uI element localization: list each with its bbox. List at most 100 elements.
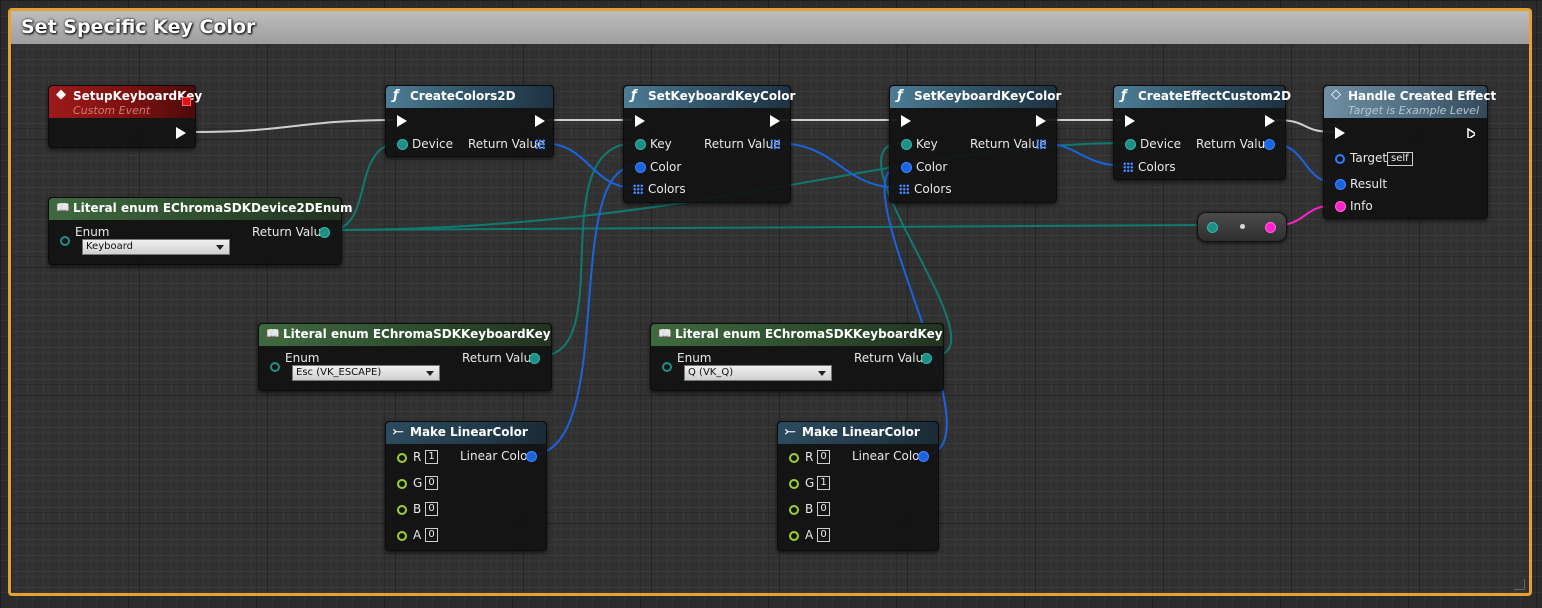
key-label: Key bbox=[650, 137, 672, 151]
linear-color-pin[interactable] bbox=[918, 451, 929, 462]
create-effect-custom-2d-node[interactable]: ƒ CreateEffectCustom2D Device Return Val… bbox=[1113, 85, 1291, 180]
exec-out-pin[interactable] bbox=[770, 115, 780, 127]
make-linear-color-node-2[interactable]: ⤚ Make LinearColor R 0 Linear Color G 1 … bbox=[777, 421, 939, 551]
exec-in-pin[interactable] bbox=[397, 115, 407, 127]
device-pin[interactable] bbox=[397, 139, 408, 150]
colors-wire-2 bbox=[774, 142, 903, 189]
return-value-pin[interactable] bbox=[1264, 139, 1275, 150]
create-colors-2d-node[interactable]: ƒ CreateColors2D Device Return Value bbox=[385, 85, 554, 157]
b-value-field[interactable]: 0 bbox=[425, 502, 438, 516]
target-pin[interactable] bbox=[1335, 154, 1345, 164]
target-label: Target bbox=[1350, 151, 1388, 165]
key-pin[interactable] bbox=[901, 139, 912, 150]
enum-dropdown[interactable]: Keyboard bbox=[82, 239, 230, 255]
enum-label: Enum bbox=[75, 225, 110, 239]
literal-enum-key-node-1[interactable]: 📖 Literal enum EChromaSDKKeyboardKey Enu… bbox=[258, 323, 552, 391]
info-pin[interactable] bbox=[1335, 201, 1346, 212]
make-struct-icon: ⤚ bbox=[393, 424, 404, 439]
r-pin[interactable] bbox=[789, 453, 799, 463]
key-pin[interactable] bbox=[635, 139, 646, 150]
setup-keyboard-key-node[interactable]: ◆ SetupKeyboardKey Custom Event bbox=[48, 85, 202, 148]
exec-out-pin[interactable] bbox=[176, 127, 186, 139]
exec-out-pin[interactable] bbox=[535, 115, 545, 127]
color-pin[interactable] bbox=[635, 162, 646, 173]
array-pin-icon[interactable] bbox=[770, 139, 780, 149]
r-pin[interactable] bbox=[397, 453, 407, 463]
colors-label: Colors bbox=[914, 182, 952, 196]
linear-color-pin[interactable] bbox=[526, 451, 537, 462]
b-value-field[interactable]: 0 bbox=[817, 502, 830, 516]
result-label: Result bbox=[1350, 177, 1388, 191]
make-linear-color-node-1[interactable]: ⤚ Make LinearColor R 1 Linear Color G 0 … bbox=[385, 421, 547, 551]
target-self-value[interactable]: self bbox=[1387, 152, 1413, 166]
b-pin[interactable] bbox=[789, 505, 799, 515]
event-diamond-icon: ◆ bbox=[56, 87, 66, 102]
key-label: Key bbox=[916, 137, 938, 151]
colors-label: Colors bbox=[1138, 160, 1176, 174]
function-diamond-icon: ◇ bbox=[1331, 87, 1341, 102]
conversion-output-pin[interactable] bbox=[1265, 222, 1276, 233]
enum-input-pin[interactable] bbox=[662, 362, 672, 372]
a-pin[interactable] bbox=[397, 531, 407, 541]
exec-out-pin[interactable] bbox=[1036, 115, 1046, 127]
colors-array-pin-icon[interactable] bbox=[899, 184, 909, 194]
enum-input-pin[interactable] bbox=[270, 362, 280, 372]
node-title: Handle Created Effect bbox=[1348, 89, 1497, 103]
exec-in-pin[interactable] bbox=[1335, 127, 1345, 139]
literal-enum-device-node[interactable]: 📖 Literal enum EChromaSDKDevice2DEnum En… bbox=[48, 197, 352, 265]
exec-out-pin[interactable] bbox=[1265, 115, 1275, 127]
enum-dropdown[interactable]: Q (VK_Q) bbox=[684, 365, 832, 381]
handle-created-effect-node[interactable]: ◇ Handle Created Effect Target is Exampl… bbox=[1323, 85, 1496, 219]
literal-enum-key-node-2[interactable]: 📖 Literal enum EChromaSDKKeyboardKey Enu… bbox=[650, 323, 944, 391]
return-value-label: Return Value bbox=[1196, 137, 1273, 151]
book-icon: 📖 bbox=[266, 327, 280, 340]
colors-array-pin-icon[interactable] bbox=[633, 184, 643, 194]
conversion-node[interactable] bbox=[1197, 212, 1287, 242]
g-pin[interactable] bbox=[789, 479, 799, 489]
enum-dropdown-value: Q (VK_Q) bbox=[688, 367, 734, 378]
delegate-pin[interactable] bbox=[182, 97, 191, 106]
array-pin-icon[interactable] bbox=[535, 139, 545, 149]
set-keyboard-key-color-node-1[interactable]: ƒ SetKeyboardKeyColor Key Return Value C… bbox=[623, 85, 795, 203]
node-title: Literal enum EChromaSDKDevice2DEnum bbox=[73, 201, 353, 215]
array-pin-icon[interactable] bbox=[1036, 139, 1046, 149]
node-title: CreateEffectCustom2D bbox=[1138, 89, 1292, 103]
result-pin[interactable] bbox=[1335, 179, 1346, 190]
a-label: A bbox=[805, 528, 814, 542]
device-pin[interactable] bbox=[1125, 139, 1136, 150]
color-wire-1 bbox=[529, 165, 637, 456]
enum-dropdown[interactable]: Esc (VK_ESCAPE) bbox=[292, 365, 440, 381]
node-title: SetKeyboardKeyColor bbox=[648, 89, 796, 103]
exec-in-pin[interactable] bbox=[1125, 115, 1135, 127]
enum-label: Enum bbox=[677, 351, 712, 365]
exec-wire-1 bbox=[195, 119, 395, 133]
return-value-pin[interactable] bbox=[921, 353, 932, 364]
colors-array-pin-icon[interactable] bbox=[1123, 162, 1133, 172]
node-title: Make LinearColor bbox=[802, 425, 920, 439]
set-keyboard-key-color-node-2[interactable]: ƒ SetKeyboardKeyColor Key Return Value C… bbox=[889, 85, 1061, 203]
return-value-pin[interactable] bbox=[529, 353, 540, 364]
exec-in-pin[interactable] bbox=[635, 115, 645, 127]
a-value-field[interactable]: 0 bbox=[817, 528, 830, 542]
r-value-field[interactable]: 0 bbox=[817, 450, 830, 464]
exec-in-pin[interactable] bbox=[901, 115, 911, 127]
g-value-field[interactable]: 0 bbox=[425, 476, 438, 490]
return-value-label: Return Value bbox=[468, 137, 545, 151]
a-pin[interactable] bbox=[789, 531, 799, 541]
device-label: Device bbox=[412, 137, 454, 151]
return-value-pin[interactable] bbox=[319, 227, 330, 238]
color-pin[interactable] bbox=[901, 162, 912, 173]
r-value-field[interactable]: 1 bbox=[425, 450, 438, 464]
enum-input-pin[interactable] bbox=[60, 236, 70, 246]
exec-out-pin[interactable] bbox=[1467, 128, 1475, 138]
g-pin[interactable] bbox=[397, 479, 407, 489]
colors-label: Colors bbox=[648, 182, 686, 196]
g-value-field[interactable]: 1 bbox=[817, 476, 830, 490]
function-icon: ƒ bbox=[631, 88, 637, 103]
chevron-down-icon bbox=[426, 371, 434, 376]
a-value-field[interactable]: 0 bbox=[425, 528, 438, 542]
color-label: Color bbox=[916, 160, 948, 174]
b-pin[interactable] bbox=[397, 505, 407, 515]
conversion-input-pin[interactable] bbox=[1207, 222, 1218, 233]
return-value-label: Return Value bbox=[854, 351, 931, 365]
